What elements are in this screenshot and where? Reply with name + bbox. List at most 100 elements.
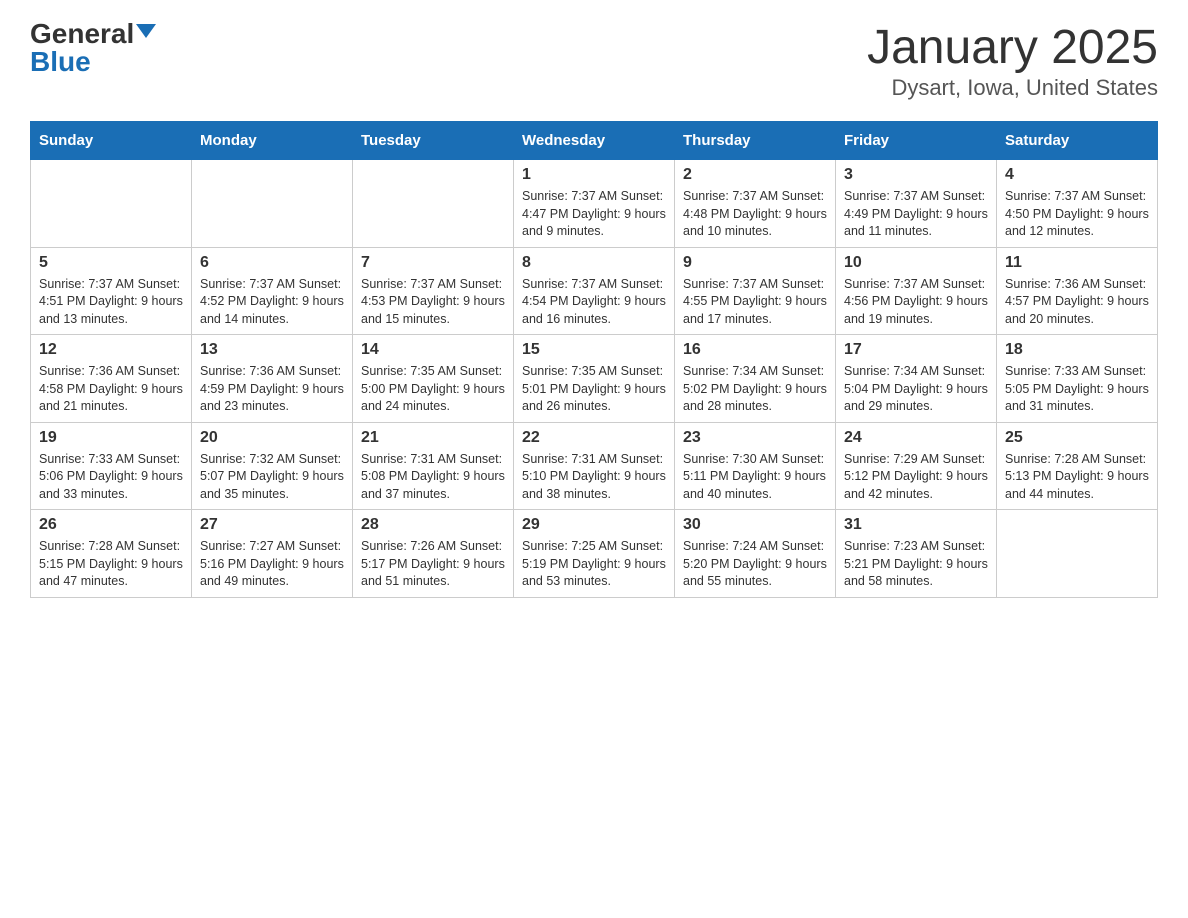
day-number: 11 [1005, 254, 1149, 272]
calendar-cell: 29 Sunrise: 7:25 AM Sunset: 5:19 PM Dayli… [514, 510, 675, 598]
day-info: Sunrise: 7:37 AM Sunset: 4:53 PM Dayligh… [361, 276, 505, 329]
calendar-cell: 11 Sunrise: 7:36 AM Sunset: 4:57 PM Dayli… [997, 247, 1158, 335]
day-info: Sunrise: 7:30 AM Sunset: 5:11 PM Dayligh… [683, 451, 827, 504]
calendar-cell: 5 Sunrise: 7:37 AM Sunset: 4:51 PM Daylig… [31, 247, 192, 335]
day-info: Sunrise: 7:23 AM Sunset: 5:21 PM Dayligh… [844, 538, 988, 591]
day-info: Sunrise: 7:31 AM Sunset: 5:08 PM Dayligh… [361, 451, 505, 504]
calendar-cell: 25 Sunrise: 7:28 AM Sunset: 5:13 PM Dayli… [997, 422, 1158, 510]
calendar-cell: 1 Sunrise: 7:37 AM Sunset: 4:47 PM Daylig… [514, 160, 675, 248]
calendar-cell: 26Sunrise: 7:28 AM Sunset: 5:15 PM Dayli… [31, 510, 192, 598]
calendar-header-sunday: Sunday [31, 122, 192, 160]
day-number: 31 [844, 516, 988, 534]
day-number: 5 [39, 254, 183, 272]
day-number: 27 [200, 516, 344, 534]
day-number: 7 [361, 254, 505, 272]
calendar-cell: 10 Sunrise: 7:37 AM Sunset: 4:56 PM Dayli… [836, 247, 997, 335]
day-info: Sunrise: 7:27 AM Sunset: 5:16 PM Dayligh… [200, 538, 344, 591]
day-number: 21 [361, 429, 505, 447]
day-number: 10 [844, 254, 988, 272]
calendar-cell: 9Sunrise: 7:37 AM Sunset: 4:55 PM Daylig… [675, 247, 836, 335]
day-number: 29 [522, 516, 666, 534]
day-info: Sunrise: 7:37 AM Sunset: 4:51 PM Dayligh… [39, 276, 183, 329]
day-info: Sunrise: 7:26 AM Sunset: 5:17 PM Dayligh… [361, 538, 505, 591]
logo-triangle-icon [136, 24, 156, 38]
day-info: Sunrise: 7:25 AM Sunset: 5:19 PM Dayligh… [522, 538, 666, 591]
calendar-cell: 28 Sunrise: 7:26 AM Sunset: 5:17 PM Dayli… [353, 510, 514, 598]
day-info: Sunrise: 7:35 AM Sunset: 5:00 PM Dayligh… [361, 363, 505, 416]
day-number: 19 [39, 429, 183, 447]
day-info: Sunrise: 7:24 AM Sunset: 5:20 PM Dayligh… [683, 538, 827, 591]
day-info: Sunrise: 7:32 AM Sunset: 5:07 PM Dayligh… [200, 451, 344, 504]
day-number: 23 [683, 429, 827, 447]
day-info: Sunrise: 7:34 AM Sunset: 5:04 PM Dayligh… [844, 363, 988, 416]
day-number: 28 [361, 516, 505, 534]
calendar-header-wednesday: Wednesday [514, 122, 675, 160]
day-info: Sunrise: 7:37 AM Sunset: 4:56 PM Dayligh… [844, 276, 988, 329]
calendar-cell: 21 Sunrise: 7:31 AM Sunset: 5:08 PM Dayli… [353, 422, 514, 510]
calendar-header-friday: Friday [836, 122, 997, 160]
week-row-2: 5 Sunrise: 7:37 AM Sunset: 4:51 PM Daylig… [31, 247, 1158, 335]
calendar-header-tuesday: Tuesday [353, 122, 514, 160]
calendar-cell: 19 Sunrise: 7:33 AM Sunset: 5:06 PM Dayli… [31, 422, 192, 510]
day-number: 3 [844, 166, 988, 184]
day-info: Sunrise: 7:29 AM Sunset: 5:12 PM Dayligh… [844, 451, 988, 504]
calendar-cell: 4 Sunrise: 7:37 AM Sunset: 4:50 PM Daylig… [997, 160, 1158, 248]
day-info: Sunrise: 7:34 AM Sunset: 5:02 PM Dayligh… [683, 363, 827, 416]
day-number: 4 [1005, 166, 1149, 184]
calendar-cell: 18 Sunrise: 7:33 AM Sunset: 5:05 PM Dayli… [997, 335, 1158, 423]
day-info: Sunrise: 7:37 AM Sunset: 4:54 PM Dayligh… [522, 276, 666, 329]
calendar-cell: 13 Sunrise: 7:36 AM Sunset: 4:59 PM Dayli… [192, 335, 353, 423]
day-number: 15 [522, 341, 666, 359]
day-number: 8 [522, 254, 666, 272]
day-info: Sunrise: 7:28 AM Sunset: 5:15 PM Dayligh… [39, 538, 183, 591]
day-number: 17 [844, 341, 988, 359]
calendar-cell: 22Sunrise: 7:31 AM Sunset: 5:10 PM Dayli… [514, 422, 675, 510]
calendar-cell: 30Sunrise: 7:24 AM Sunset: 5:20 PM Dayli… [675, 510, 836, 598]
calendar-cell: 8 Sunrise: 7:37 AM Sunset: 4:54 PM Daylig… [514, 247, 675, 335]
month-title: January 2025 [867, 20, 1158, 75]
day-number: 16 [683, 341, 827, 359]
day-info: Sunrise: 7:36 AM Sunset: 4:57 PM Dayligh… [1005, 276, 1149, 329]
day-number: 25 [1005, 429, 1149, 447]
day-number: 6 [200, 254, 344, 272]
day-info: Sunrise: 7:36 AM Sunset: 4:58 PM Dayligh… [39, 363, 183, 416]
day-info: Sunrise: 7:36 AM Sunset: 4:59 PM Dayligh… [200, 363, 344, 416]
calendar-cell: 6 Sunrise: 7:37 AM Sunset: 4:52 PM Daylig… [192, 247, 353, 335]
day-info: Sunrise: 7:37 AM Sunset: 4:50 PM Dayligh… [1005, 188, 1149, 241]
day-number: 22 [522, 429, 666, 447]
calendar-cell: 24 Sunrise: 7:29 AM Sunset: 5:12 PM Dayli… [836, 422, 997, 510]
week-row-1: 1 Sunrise: 7:37 AM Sunset: 4:47 PM Daylig… [31, 160, 1158, 248]
day-number: 14 [361, 341, 505, 359]
day-number: 24 [844, 429, 988, 447]
day-info: Sunrise: 7:33 AM Sunset: 5:05 PM Dayligh… [1005, 363, 1149, 416]
day-info: Sunrise: 7:37 AM Sunset: 4:47 PM Dayligh… [522, 188, 666, 241]
calendar-header-row: SundayMondayTuesdayWednesdayThursdayFrid… [31, 122, 1158, 160]
calendar-cell: 20 Sunrise: 7:32 AM Sunset: 5:07 PM Dayli… [192, 422, 353, 510]
calendar-cell: 15 Sunrise: 7:35 AM Sunset: 5:01 PM Dayli… [514, 335, 675, 423]
day-info: Sunrise: 7:35 AM Sunset: 5:01 PM Dayligh… [522, 363, 666, 416]
calendar-header-saturday: Saturday [997, 122, 1158, 160]
day-number: 12 [39, 341, 183, 359]
calendar-header-monday: Monday [192, 122, 353, 160]
calendar-cell: 16 Sunrise: 7:34 AM Sunset: 5:02 PM Dayli… [675, 335, 836, 423]
day-info: Sunrise: 7:37 AM Sunset: 4:52 PM Dayligh… [200, 276, 344, 329]
calendar-header-thursday: Thursday [675, 122, 836, 160]
calendar-cell: 31 Sunrise: 7:23 AM Sunset: 5:21 PM Dayli… [836, 510, 997, 598]
day-info: Sunrise: 7:33 AM Sunset: 5:06 PM Dayligh… [39, 451, 183, 504]
day-number: 13 [200, 341, 344, 359]
location-text: Dysart, Iowa, United States [867, 75, 1158, 101]
title-section: January 2025 Dysart, Iowa, United States [867, 20, 1158, 101]
day-info: Sunrise: 7:28 AM Sunset: 5:13 PM Dayligh… [1005, 451, 1149, 504]
calendar-cell [31, 160, 192, 248]
day-number: 1 [522, 166, 666, 184]
calendar-cell: 17 Sunrise: 7:34 AM Sunset: 5:04 PM Dayli… [836, 335, 997, 423]
calendar-cell: 14 Sunrise: 7:35 AM Sunset: 5:00 PM Dayli… [353, 335, 514, 423]
calendar-cell: 2Sunrise: 7:37 AM Sunset: 4:48 PM Daylig… [675, 160, 836, 248]
calendar-cell: 7 Sunrise: 7:37 AM Sunset: 4:53 PM Daylig… [353, 247, 514, 335]
calendar-cell: 23 Sunrise: 7:30 AM Sunset: 5:11 PM Dayli… [675, 422, 836, 510]
logo-blue-text: Blue [30, 48, 91, 76]
week-row-3: 12 Sunrise: 7:36 AM Sunset: 4:58 PM Dayli… [31, 335, 1158, 423]
day-info: Sunrise: 7:37 AM Sunset: 4:55 PM Dayligh… [683, 276, 827, 329]
day-number: 18 [1005, 341, 1149, 359]
day-number: 20 [200, 429, 344, 447]
